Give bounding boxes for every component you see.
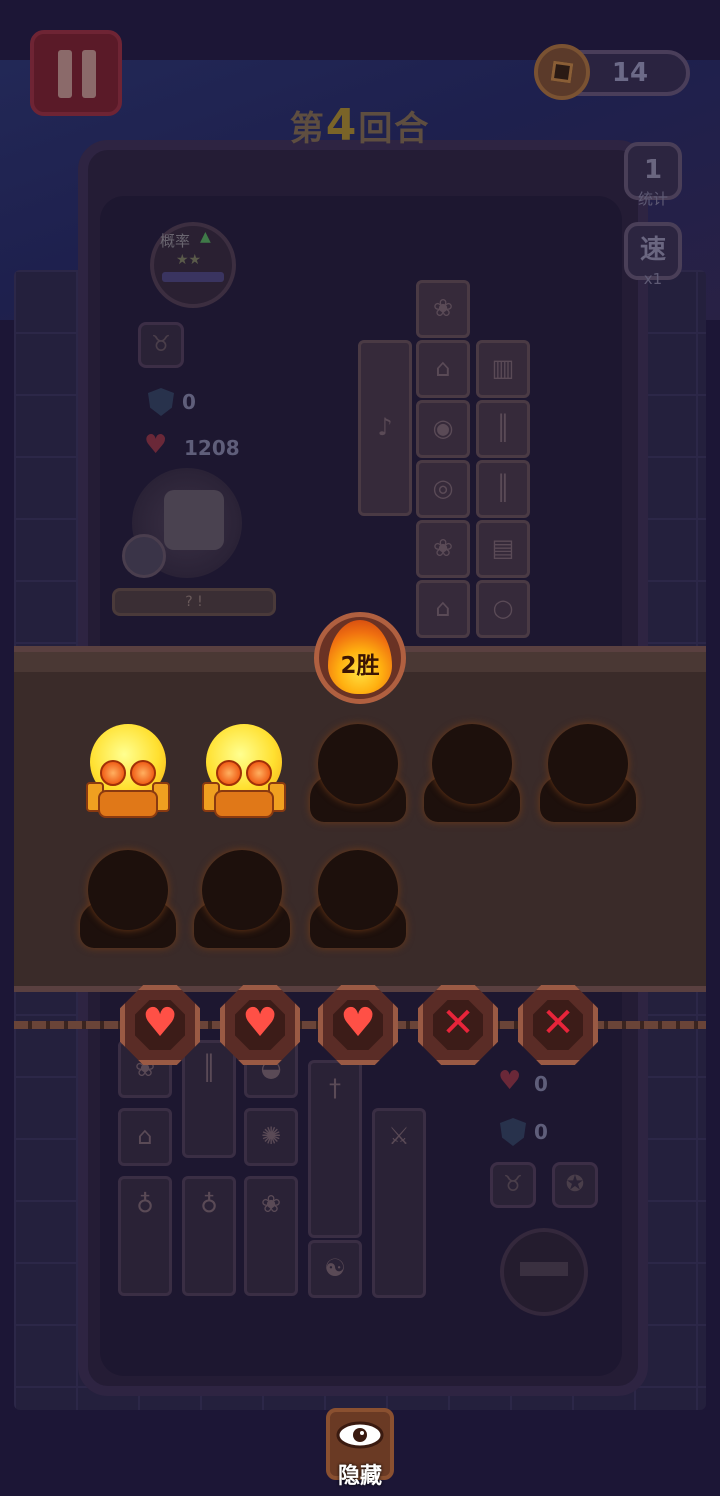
probability-bar (162, 272, 224, 282)
eye-icon (336, 1421, 384, 1449)
bracelet-item[interactable]: ◎ (416, 460, 470, 518)
win-slot-filled (196, 724, 292, 828)
cross-icon: ✕ (541, 1000, 575, 1046)
cross-icon: ✕ (441, 1000, 475, 1046)
life-heart: ♥ (220, 985, 300, 1065)
compass-item[interactable]: ✺ (244, 1108, 298, 1166)
lotus-stand-item[interactable]: ⌂ (118, 1108, 172, 1166)
silhouette-head (318, 850, 398, 930)
pillar-base-item[interactable]: ▤ (476, 520, 530, 578)
win-count: 2胜 (340, 653, 380, 679)
win-slot-empty (540, 724, 636, 828)
life-heart: ♥ (318, 985, 398, 1065)
stats-label: 统计 (637, 190, 668, 208)
lotus-item[interactable]: ❀ (244, 1176, 298, 1296)
character-eye (216, 760, 242, 786)
tetris-shape-icon (520, 1262, 568, 1276)
heart-icon: ♥ (340, 1000, 376, 1046)
up-arrow-icon: ▲ (200, 229, 211, 245)
pillar-item[interactable]: ▥ (476, 340, 530, 398)
round-suffix: 回合 (358, 109, 431, 149)
character-eye (130, 760, 156, 786)
lotus-stand-item[interactable]: ❀ (416, 280, 470, 338)
silhouette-head (318, 724, 398, 804)
player-skill-icon-2[interactable]: ✪ (552, 1162, 598, 1208)
round-number: 4 (325, 100, 359, 151)
silhouette-head (202, 850, 282, 930)
opponent-character (164, 490, 224, 550)
pause-icon (58, 50, 72, 98)
star-icons: ★★ (176, 252, 202, 268)
lotus-stand-item[interactable]: ⌂ (416, 340, 470, 398)
opponent-shield-value: 0 (182, 390, 196, 414)
character-eye (246, 760, 272, 786)
player-shield-value: 0 (534, 1120, 548, 1144)
silhouette-head (88, 850, 168, 930)
round-title: 第4回合 (230, 100, 490, 151)
hide-button-label[interactable]: 隐藏 (326, 1458, 394, 1490)
heart-icon: ♥ (142, 1000, 178, 1046)
speed-icon: 速 (639, 235, 666, 265)
pillar-item[interactable]: ║ (476, 460, 530, 518)
opponent-pet-icon (122, 534, 166, 578)
pause-button[interactable] (30, 30, 122, 116)
coin-count: 14 (611, 58, 649, 88)
gourd-item[interactable]: ♁ (118, 1176, 172, 1296)
life-lost: ✕ (418, 985, 498, 1065)
opponent-health-value: 1208 (184, 436, 240, 460)
pause-icon-bar (82, 50, 96, 98)
speed-label: x1 (643, 270, 663, 288)
player-skill-icon[interactable]: ♉ (490, 1162, 536, 1208)
win-slot-empty (194, 850, 290, 954)
win-slot-empty (424, 724, 520, 828)
win-slot-empty (310, 850, 406, 954)
player-health-value: 0 (534, 1072, 548, 1096)
life-heart: ♥ (120, 985, 200, 1065)
coin-icon (534, 44, 590, 100)
pillar-item[interactable]: ║ (476, 400, 530, 458)
character-body (98, 790, 158, 818)
win-slot-filled (80, 724, 176, 828)
life-lost: ✕ (518, 985, 598, 1065)
stats-icon: 1 (643, 155, 663, 185)
silhouette-head (432, 724, 512, 804)
pouch-item[interactable]: ◉ (416, 400, 470, 458)
character-body (214, 790, 274, 818)
opponent-skill-icon[interactable]: ♉ (138, 322, 184, 368)
yinyang-item[interactable]: ☯ (308, 1240, 362, 1298)
lotus-stand-item[interactable]: ❀ (416, 520, 470, 578)
round-prefix: 第 (289, 109, 326, 149)
ring-item[interactable]: ○ (476, 580, 530, 638)
heart-icon: ♥ (144, 430, 168, 460)
pipa-item[interactable]: ♪ (358, 340, 412, 516)
heart-icon: ♥ (242, 1000, 278, 1046)
probability-label: 概率 (160, 232, 191, 250)
dagger-item[interactable]: † (308, 1060, 362, 1238)
lotus-stand-item[interactable]: ⌂ (416, 580, 470, 638)
opponent-name-plate: ? ! (112, 588, 276, 616)
win-slot-empty (80, 850, 176, 954)
heart-icon: ♥ (498, 1066, 522, 1096)
gourd-item[interactable]: ♁ (182, 1176, 236, 1296)
pillar-item[interactable]: ║ (182, 1040, 236, 1158)
sword-item[interactable]: ⚔ (372, 1108, 426, 1298)
silhouette-head (548, 724, 628, 804)
character-eye (100, 760, 126, 786)
win-slot-empty (310, 724, 406, 828)
